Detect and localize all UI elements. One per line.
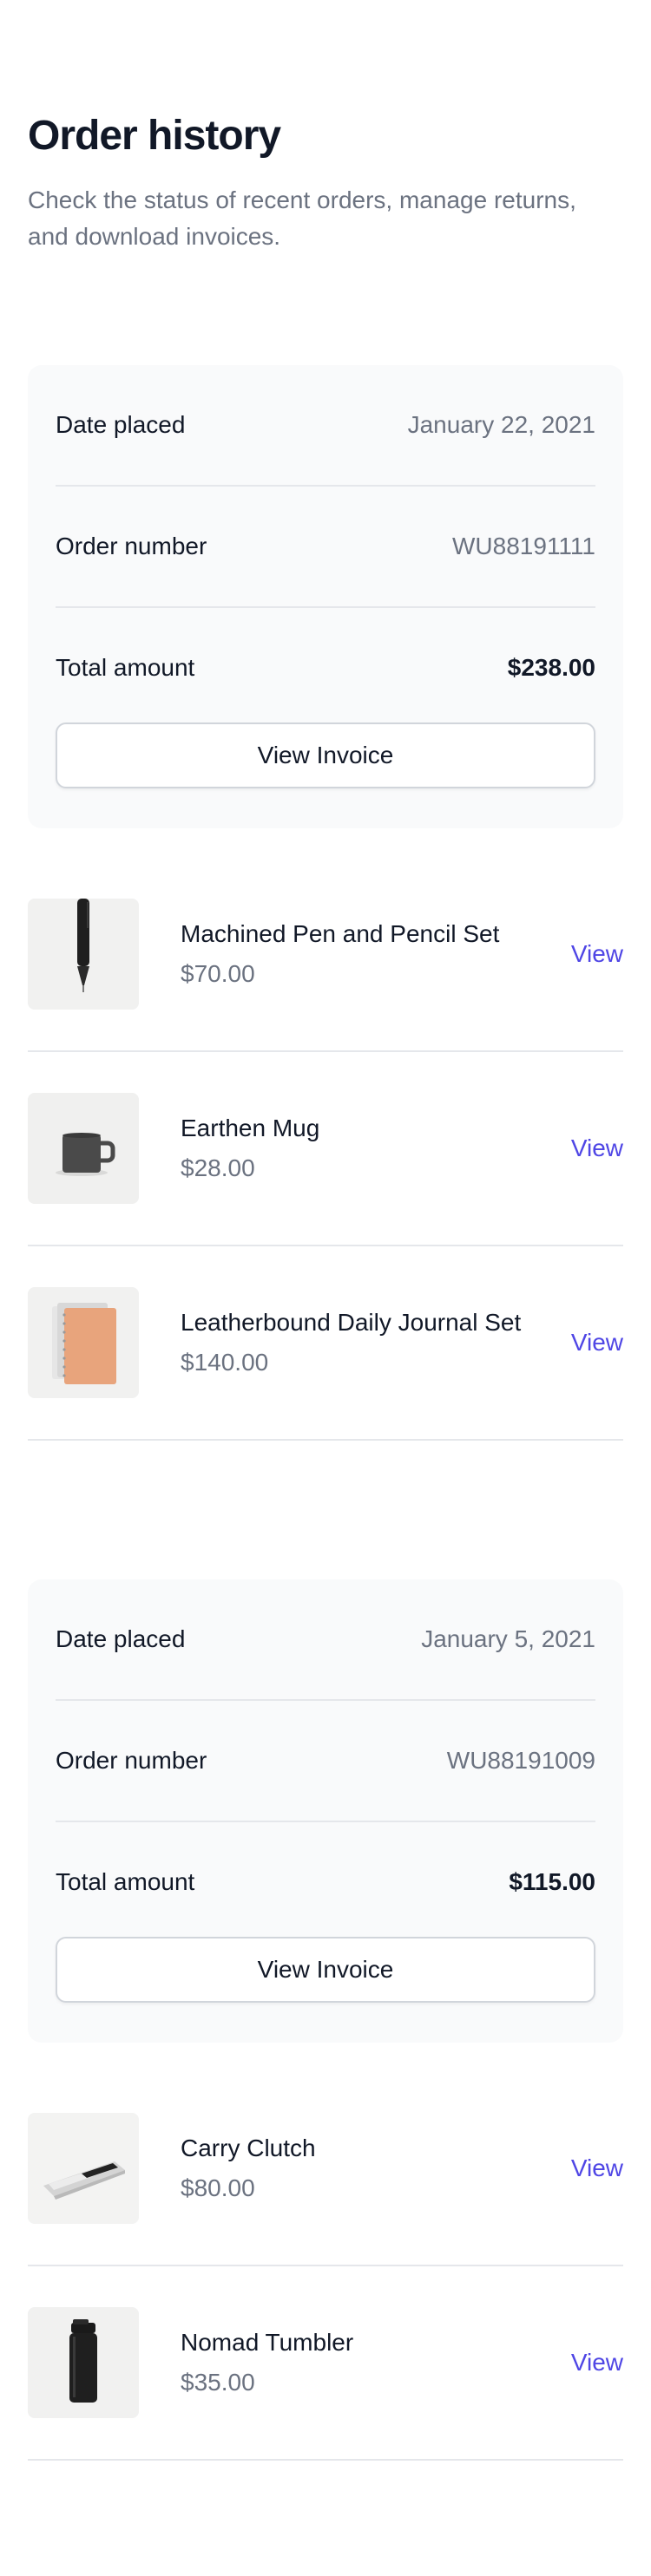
product-name: Machined Pen and Pencil Set — [181, 920, 500, 947]
tumbler-image — [28, 2307, 139, 2418]
order-item: Leatherbound Daily Journal Set $140.00 V… — [28, 1246, 623, 1441]
date-placed-label: Date placed — [56, 411, 186, 438]
product-price: $35.00 — [181, 2369, 255, 2396]
order-number-row: Order number WU88191009 — [56, 1701, 595, 1822]
mug-image — [28, 1093, 139, 1204]
date-placed-row: Date placed January 22, 2021 — [56, 365, 595, 487]
order-item: Machined Pen and Pencil Set $70.00 View — [28, 858, 623, 1052]
view-product-link[interactable]: View — [571, 1134, 623, 1162]
view-product-link[interactable]: View — [571, 940, 623, 968]
order-item: Earthen Mug $28.00 View — [28, 1052, 623, 1246]
order-number-label: Order number — [56, 1747, 207, 1774]
order-item-info: Earthen Mug $28.00 — [139, 1111, 571, 1186]
order-summary: Date placed January 5, 2021 Order number… — [28, 1579, 623, 2043]
product-price: $70.00 — [181, 960, 255, 987]
page-subtitle: Check the status of recent orders, manag… — [28, 186, 576, 250]
view-invoice-button[interactable]: View Invoice — [56, 1937, 595, 2003]
view-product-link[interactable]: View — [571, 2349, 623, 2377]
total-amount-value: $238.00 — [507, 654, 595, 681]
page-title: Order history — [28, 113, 281, 159]
order-item: Carry Clutch $80.00 View — [28, 2072, 623, 2266]
date-placed-label: Date placed — [56, 1625, 186, 1652]
order-item-info: Nomad Tumbler $35.00 — [139, 2325, 571, 2400]
product-name: Nomad Tumbler — [181, 2329, 354, 2356]
date-placed-value: January 5, 2021 — [421, 1625, 595, 1652]
order-number-value: WU88191009 — [446, 1747, 595, 1774]
order-number-label: Order number — [56, 533, 207, 559]
order-number-row: Order number WU88191111 — [56, 487, 595, 608]
total-amount-value: $115.00 — [509, 1868, 595, 1895]
product-price: $140.00 — [181, 1349, 269, 1376]
product-name: Carry Clutch — [181, 2135, 316, 2161]
clutch-image — [28, 2113, 139, 2224]
total-amount-label: Total amount — [56, 654, 195, 681]
order-item-info: Machined Pen and Pencil Set $70.00 — [139, 917, 571, 991]
pen-image — [28, 899, 139, 1010]
page-header: Order history Check the status of recent… — [28, 0, 623, 255]
product-price: $80.00 — [181, 2174, 255, 2201]
order-summary: Date placed January 22, 2021 Order numbe… — [28, 365, 623, 828]
journal-image — [28, 1287, 139, 1398]
date-placed-value: January 22, 2021 — [407, 411, 595, 438]
order-item-info: Carry Clutch $80.00 — [139, 2131, 571, 2206]
product-name: Leatherbound Daily Journal Set — [181, 1309, 522, 1336]
view-invoice-button[interactable]: View Invoice — [56, 722, 595, 788]
total-amount-row: Total amount $115.00 — [56, 1822, 595, 1942]
order-item: Nomad Tumbler $35.00 View — [28, 2266, 623, 2461]
order-card: Date placed January 22, 2021 Order numbe… — [28, 365, 623, 1441]
product-price: $28.00 — [181, 1154, 255, 1181]
order-items-list: Machined Pen and Pencil Set $70.00 View — [28, 858, 623, 1441]
view-product-link[interactable]: View — [571, 2154, 623, 2182]
order-item-info: Leatherbound Daily Journal Set $140.00 — [139, 1305, 571, 1380]
order-number-value: WU88191111 — [452, 533, 595, 559]
order-card: Date placed January 5, 2021 Order number… — [28, 1579, 623, 2461]
view-product-link[interactable]: View — [571, 1329, 623, 1357]
total-amount-label: Total amount — [56, 1868, 195, 1895]
date-placed-row: Date placed January 5, 2021 — [56, 1579, 595, 1701]
product-name: Earthen Mug — [181, 1115, 320, 1141]
order-history-page: Order history Check the status of recent… — [0, 0, 651, 2461]
order-items-list: Carry Clutch $80.00 View Nomad Tumbler $… — [28, 2072, 623, 2461]
total-amount-row: Total amount $238.00 — [56, 608, 595, 728]
